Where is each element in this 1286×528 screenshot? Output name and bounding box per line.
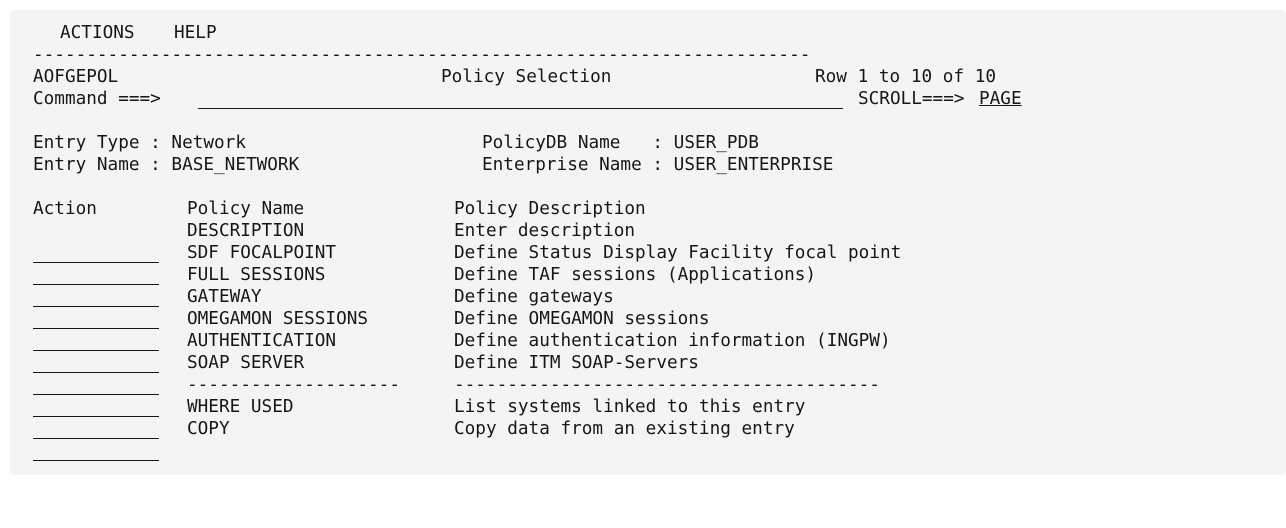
entry-type: Entry Type : Network: [33, 133, 246, 153]
header-policy-name: Policy Name: [187, 199, 305, 219]
table-row: DESCRIPTION Enter description: [10, 220, 635, 263]
policy-description: Enter description: [454, 221, 636, 241]
policy-name: DESCRIPTION: [187, 221, 305, 241]
policy-description: Define OMEGAMON sessions: [454, 309, 710, 329]
table-row: AUTHENTICATION Define authentication inf…: [10, 330, 891, 373]
entry-info-row-1: Entry Type : Network PolicyDB Name : USE…: [10, 132, 759, 154]
header-policy-description: Policy Description: [454, 199, 646, 219]
policy-description: List systems linked to this entry: [454, 397, 806, 417]
policydb-name: PolicyDB Name : USER_PDB: [482, 133, 759, 153]
policy-description-separator: ----------------------------------------: [454, 375, 880, 395]
policy-name: SDF FOCALPOINT: [187, 243, 337, 263]
command-row: Command ===> SCROLL===> PAGE: [10, 88, 1022, 110]
policy-name: FULL SESSIONS: [187, 265, 326, 285]
table-row: SDF FOCALPOINT Define Status Display Fac…: [10, 242, 901, 285]
policy-name: OMEGAMON SESSIONS: [187, 309, 369, 329]
separator-text: ----------------------------------------…: [33, 45, 811, 65]
panel-header: AOFGEPOL Policy Selection Row 1 to 10 of…: [10, 66, 996, 88]
policy-name: AUTHENTICATION: [187, 331, 337, 351]
menu-actions[interactable]: ACTIONS: [60, 22, 135, 44]
action-input[interactable]: [33, 440, 159, 461]
policy-name: COPY: [187, 419, 230, 439]
menu-help[interactable]: HELP: [174, 22, 217, 44]
separator-line: ----------------------------------------…: [33, 44, 1033, 66]
terminal-panel: ACTIONS HELP ---------------------------…: [10, 10, 1286, 475]
table-row: COPY Copy data from an existing entry: [10, 418, 795, 461]
table-row: FULL SESSIONS Define TAF sessions (Appli…: [10, 264, 816, 307]
scroll-value[interactable]: PAGE: [979, 88, 1022, 110]
policy-description: Define Status Display Facility focal poi…: [454, 243, 902, 263]
policy-name: SOAP SERVER: [187, 353, 305, 373]
policy-description: Define TAF sessions (Applications): [454, 265, 817, 285]
entry-name: Entry Name : BASE_NETWORK: [33, 155, 300, 175]
panel-id: AOFGEPOL: [33, 67, 119, 87]
header-action: Action: [33, 199, 97, 219]
policy-description: Define gateways: [454, 287, 614, 307]
menu-bar: ACTIONS HELP: [10, 22, 217, 44]
table-row: WHERE USED List systems linked to this e…: [10, 396, 805, 439]
row-info: Row 1 to 10 of 10: [815, 67, 997, 87]
table-row: SOAP SERVER Define ITM SOAP-Servers: [10, 352, 699, 395]
entry-info-row-2: Entry Name : BASE_NETWORK Enterprise Nam…: [10, 154, 833, 176]
page-title: Policy Selection: [441, 67, 612, 87]
enterprise-name: Enterprise Name : USER_ENTERPRISE: [482, 155, 834, 175]
table-row: GATEWAY Define gateways: [10, 286, 614, 329]
policy-description: Define authentication information (INGPW…: [454, 331, 891, 351]
command-input-underline[interactable]: [198, 108, 843, 109]
policy-name: WHERE USED: [187, 397, 294, 417]
policy-name: GATEWAY: [187, 287, 262, 307]
policy-name-separator: --------------------: [187, 375, 400, 395]
policy-description: Copy data from an existing entry: [454, 419, 795, 439]
table-row: -------------------- -------------------…: [10, 374, 880, 417]
command-label: Command ===>: [33, 89, 161, 109]
policy-description: Define ITM SOAP-Servers: [454, 353, 699, 373]
scroll-label: SCROLL===>: [858, 89, 965, 109]
table-header: Action Policy Name Policy Description: [10, 198, 646, 220]
table-row: OMEGAMON SESSIONS Define OMEGAMON sessio…: [10, 308, 710, 351]
